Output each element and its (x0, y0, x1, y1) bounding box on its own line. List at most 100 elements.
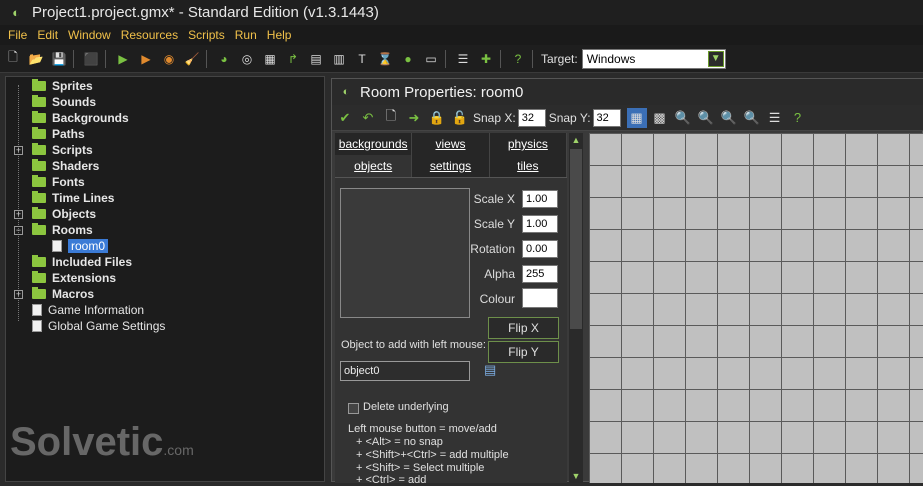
menu-resources[interactable]: Resources (121, 28, 178, 42)
lock-icon[interactable]: 🔒 (427, 108, 447, 128)
menu-scripts[interactable]: Scripts (188, 28, 225, 42)
room-canvas[interactable] (589, 133, 923, 483)
object-menu-icon[interactable]: ▤ (484, 362, 498, 378)
folder-open-icon (32, 223, 46, 235)
scale-y-input[interactable]: 1.00 (522, 215, 558, 233)
tree-item-included-files[interactable]: Included Files (32, 254, 132, 270)
tab-views[interactable]: views (412, 133, 490, 155)
folder-icon (32, 287, 46, 299)
expand-icon[interactable]: + (14, 210, 23, 219)
shift-icon[interactable]: ➜ (404, 108, 424, 128)
unlock-icon[interactable]: 🔓 (450, 108, 470, 128)
colour-label: Colour (479, 292, 515, 306)
menu-edit[interactable]: Edit (37, 28, 58, 42)
flip-x-button[interactable]: Flip X (488, 317, 559, 339)
tab-backgrounds[interactable]: backgrounds (335, 133, 413, 155)
chevron-down-icon[interactable]: ▼ (707, 50, 724, 67)
room-title: Room Properties: room0 (360, 83, 524, 101)
create-executable-icon[interactable]: ⬛ (81, 49, 101, 69)
target-value: Windows (586, 51, 636, 66)
create-shader-icon[interactable]: ▥ (329, 49, 349, 69)
open-project-icon[interactable]: 📂 (26, 49, 46, 69)
rotation-input[interactable]: 0.00 (522, 240, 558, 258)
tab-objects[interactable]: objects (335, 155, 413, 177)
tree-item-sprites[interactable]: Sprites (32, 78, 93, 94)
menu-help[interactable]: Help (267, 28, 292, 42)
create-sprite-icon[interactable]: ◕ (214, 49, 234, 69)
scroll-thumb[interactable] (570, 149, 582, 329)
zoom-reset-icon[interactable]: 🔍 (719, 108, 739, 128)
alpha-label: Alpha (484, 267, 515, 281)
toolbar-separator (206, 49, 207, 68)
tab-settings[interactable]: settings (412, 155, 490, 177)
expand-icon[interactable]: + (14, 290, 23, 299)
tree-item-extensions[interactable]: Extensions (32, 270, 116, 286)
ok-check-icon[interactable]: ✔ (335, 108, 355, 128)
create-room-icon[interactable]: ▭ (421, 49, 441, 69)
tree-item-sounds[interactable]: Sounds (32, 94, 96, 110)
tree-item-game-information[interactable]: Game Information (32, 302, 144, 318)
target-select[interactable]: Windows ▼ (581, 48, 726, 69)
tree-item-fonts[interactable]: Fonts (32, 174, 85, 190)
stop-icon[interactable]: ◉ (159, 49, 179, 69)
tree-item-label: Global Game Settings (48, 319, 166, 333)
colour-swatch[interactable] (522, 288, 558, 308)
run-game-icon[interactable]: ▶ (113, 49, 133, 69)
undo-icon[interactable]: ↶ (358, 108, 378, 128)
debug-game-icon[interactable]: ▶ (136, 49, 156, 69)
menu-window[interactable]: Window (68, 28, 111, 42)
new-icon[interactable]: 🗋 (381, 108, 401, 128)
new-project-icon[interactable]: 🗋 (3, 49, 23, 69)
tree-item-global-game-settings[interactable]: Global Game Settings (32, 318, 165, 334)
zoom-out-icon[interactable]: 🔍 (696, 108, 716, 128)
tree-item-backgrounds[interactable]: Backgrounds (32, 110, 129, 126)
help-icon[interactable]: ? (508, 49, 528, 69)
panel-scrollbar[interactable]: ▲ ▼ (569, 133, 583, 483)
alpha-input[interactable]: 255 (522, 265, 558, 283)
create-path-icon[interactable]: ↱ (283, 49, 303, 69)
create-object-icon[interactable]: ● (398, 49, 418, 69)
delete-underlying-checkbox[interactable] (348, 403, 359, 414)
create-background-icon[interactable]: ▦ (260, 49, 280, 69)
scroll-up-icon[interactable]: ▲ (569, 133, 583, 147)
folder-icon (32, 127, 46, 139)
grid-toggle-icon[interactable]: ▦ (626, 107, 647, 128)
tree-item-label: Included Files (52, 255, 133, 269)
isometric-grid-icon[interactable]: ▩ (650, 108, 670, 128)
list-icon[interactable]: ☰ (765, 108, 785, 128)
tree-item-scripts[interactable]: Scripts (32, 142, 93, 158)
scale-x-input[interactable]: 1.00 (522, 190, 558, 208)
create-font-icon[interactable]: T (352, 49, 372, 69)
save-project-icon[interactable]: 💾 (49, 49, 69, 69)
collapse-icon[interactable]: − (14, 226, 23, 235)
tree-item-objects[interactable]: Objects (32, 206, 96, 222)
create-sound-icon[interactable]: ◎ (237, 49, 257, 69)
zoom-in-icon[interactable]: 🔍 (742, 108, 762, 128)
object-select-field[interactable]: object0 (340, 361, 470, 381)
tree-item-timelines[interactable]: Time Lines (32, 190, 114, 206)
title-bar: ◐ Project1.project.gmx* - Standard Editi… (0, 0, 923, 25)
menu-run[interactable]: Run (235, 28, 257, 42)
flip-y-button[interactable]: Flip Y (488, 341, 559, 363)
expand-icon[interactable]: + (14, 146, 23, 155)
tree-item-shaders[interactable]: Shaders (32, 158, 99, 174)
scroll-down-icon[interactable]: ▼ (569, 469, 583, 483)
tree-item-rooms[interactable]: Rooms (32, 222, 93, 238)
tab-tiles[interactable]: tiles (489, 155, 567, 177)
room-icon (52, 240, 62, 252)
clean-icon[interactable]: 🧹 (182, 49, 202, 69)
tree-item-paths[interactable]: Paths (32, 126, 85, 142)
create-timeline-icon[interactable]: ⌛ (375, 49, 395, 69)
game-settings-icon[interactable]: ☰ (453, 49, 473, 69)
tree-item-room0[interactable]: room0 (52, 238, 109, 254)
extensions-icon[interactable]: ✚ (476, 49, 496, 69)
tab-physics[interactable]: physics (489, 133, 567, 155)
tree-item-macros[interactable]: Macros (32, 286, 94, 302)
help-icon[interactable]: ? (788, 108, 808, 128)
folder-icon (32, 79, 46, 91)
create-script-icon[interactable]: ▤ (306, 49, 326, 69)
snap-x-input[interactable]: 32 (517, 108, 546, 127)
snap-y-input[interactable]: 32 (592, 108, 621, 127)
menu-file[interactable]: File (8, 28, 27, 42)
zoom-dropdown-icon[interactable]: 🔍 (673, 108, 693, 128)
